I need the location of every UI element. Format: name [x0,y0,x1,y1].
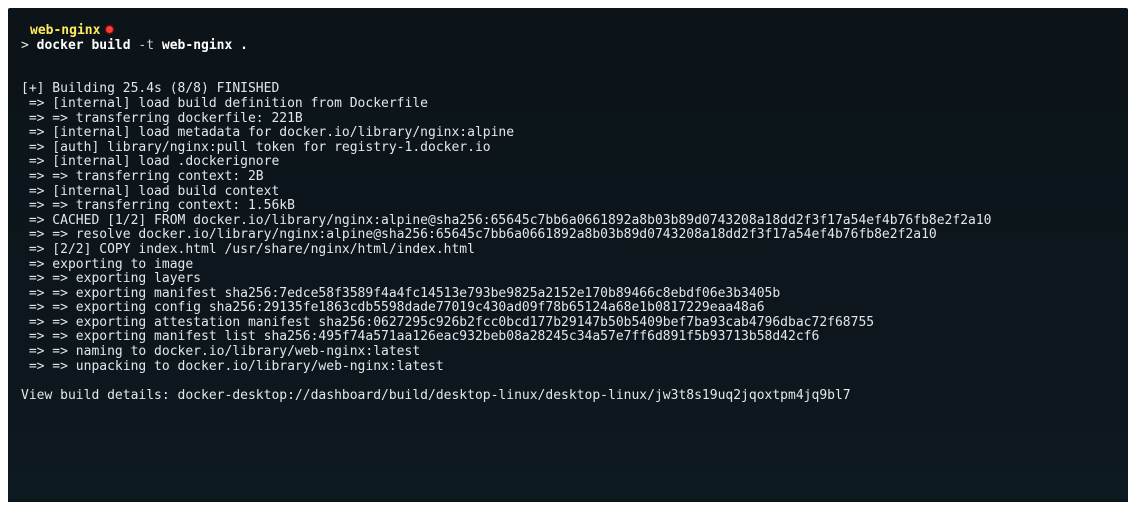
output-line: => => exporting attestation manifest sha… [21,314,875,330]
prompt-directory-line: web-nginx [21,23,1128,39]
output-line: => exporting to image [21,256,194,272]
output-line: => => transferring context: 1.56kB [21,198,295,214]
output-line: => => exporting manifest list sha256:495… [21,329,820,345]
output-line: => [internal] load .dockerignore [21,154,280,170]
terminal-bottom-edge [8,499,1128,502]
output-line: => [internal] load build context [21,183,280,199]
output-line: => => exporting config sha256:29135fe186… [21,300,765,316]
output-line: => => naming to docker.io/library/web-ng… [21,344,421,360]
output-line: => [internal] load metadata for docker.i… [21,125,515,141]
output-line: => => resolve docker.io/library/nginx:al… [21,227,937,243]
prompt-arrow: > [21,37,29,53]
build-output: [+] Building 25.4s (8/8) FINISHED => [in… [21,82,1128,374]
output-line: => [auth] library/nginx:pull token for r… [21,139,491,155]
output-line: => CACHED [1/2] FROM docker.io/library/n… [21,212,992,228]
output-line: [+] Building 25.4s (8/8) FINISHED [21,81,280,97]
command-line: > docker build -t web-nginx . [21,37,1128,54]
output-line: => => transferring dockerfile: 221B [21,110,303,126]
output-line: => => unpacking to docker.io/library/web… [21,358,444,374]
command-text: docker build [36,37,131,53]
command-flag: -t [138,37,155,53]
output-line: => => transferring context: 2B [21,168,264,184]
prompt-directory: web-nginx [30,23,101,38]
output-line: => [2/2] COPY index.html /usr/share/ngin… [21,241,475,257]
output-line: => [internal] load build definition from… [21,95,428,111]
command-args: web-nginx . [161,37,248,53]
output-line: => => exporting manifest sha256:7edce58f… [21,285,781,301]
output-line: => => exporting layers [21,271,202,287]
build-details-link[interactable]: View build details: docker-desktop://das… [21,388,1128,404]
terminal-window[interactable]: web-nginx > docker build -t web-nginx . … [8,8,1128,502]
status-dot-icon [106,26,114,33]
